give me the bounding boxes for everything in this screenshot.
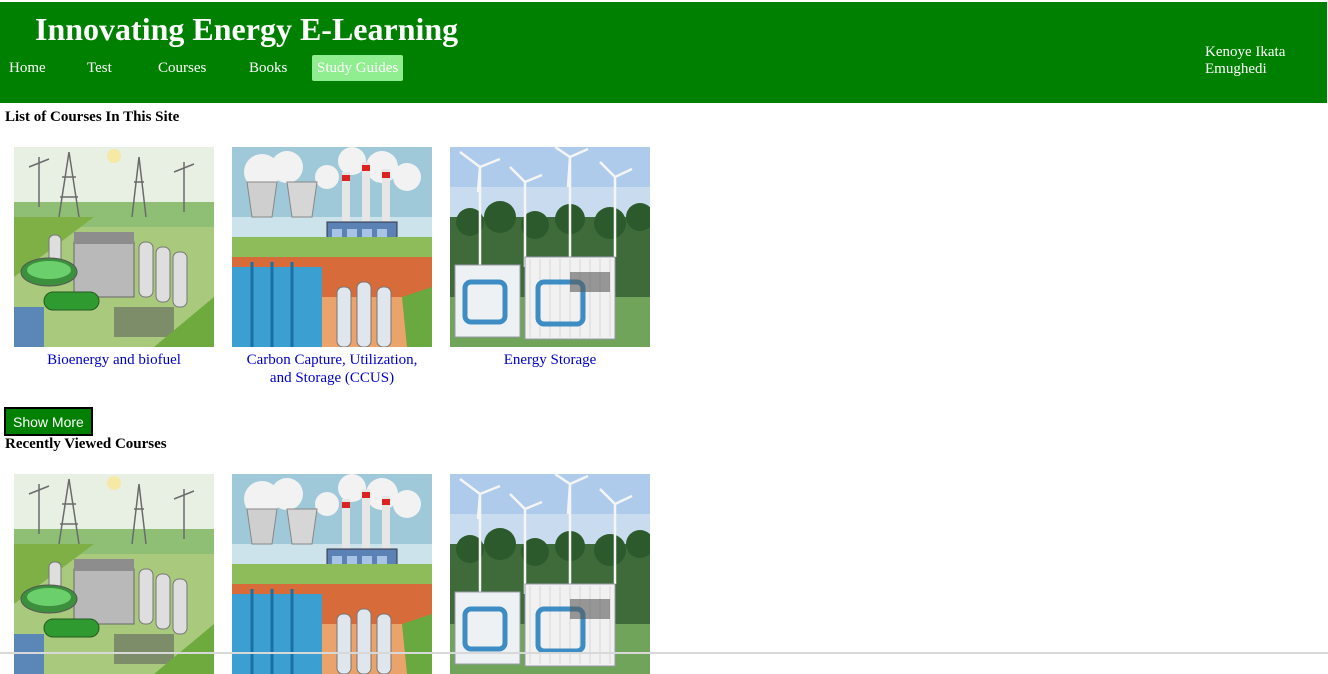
nav-test[interactable]: Test xyxy=(82,55,153,81)
course-thumbnail-ccus[interactable] xyxy=(232,147,432,347)
site-title: Innovating Energy E-Learning xyxy=(35,11,459,47)
course-thumbnail-energy-storage[interactable] xyxy=(450,147,650,347)
nav-courses[interactable]: Courses xyxy=(153,55,244,81)
course-list: Bioenergy and biofuel Carbon Capture, Ut… xyxy=(14,147,668,387)
recent-thumbnail-ccus[interactable] xyxy=(232,474,432,674)
course-card-ccus[interactable]: Carbon Capture, Utilization, and Storage… xyxy=(232,147,432,387)
recent-thumbnail-energy-storage[interactable] xyxy=(450,474,650,674)
nav-home[interactable]: Home xyxy=(4,55,82,81)
course-card-bioenergy[interactable]: Bioenergy and biofuel xyxy=(14,147,214,387)
course-link-bioenergy[interactable]: Bioenergy and biofuel xyxy=(14,351,214,369)
course-link-ccus[interactable]: Carbon Capture, Utilization, and Storage… xyxy=(232,351,432,387)
recent-section-heading: Recently Viewed Courses xyxy=(5,436,167,452)
main-nav: Home Test Courses Books Study Guides xyxy=(4,55,404,81)
recent-course-card-bioenergy[interactable] xyxy=(14,474,214,674)
recent-course-card-ccus[interactable] xyxy=(232,474,432,674)
user-name[interactable]: Kenoye Ikata Emughedi xyxy=(1205,44,1315,78)
courses-section-heading: List of Courses In This Site xyxy=(5,109,180,125)
course-card-energy-storage[interactable]: Energy Storage xyxy=(450,147,650,387)
show-more-button[interactable]: Show More xyxy=(4,407,93,436)
recent-thumbnail-bioenergy[interactable] xyxy=(14,474,214,674)
site-header: Innovating Energy E-Learning Home Test C… xyxy=(0,2,1327,103)
recent-course-list xyxy=(14,474,668,674)
nav-study-guides[interactable]: Study Guides xyxy=(312,55,404,81)
nav-books[interactable]: Books xyxy=(244,55,310,81)
course-thumbnail-bioenergy[interactable] xyxy=(14,147,214,347)
recent-course-card-energy-storage[interactable] xyxy=(450,474,650,674)
course-link-energy-storage[interactable]: Energy Storage xyxy=(450,351,650,369)
